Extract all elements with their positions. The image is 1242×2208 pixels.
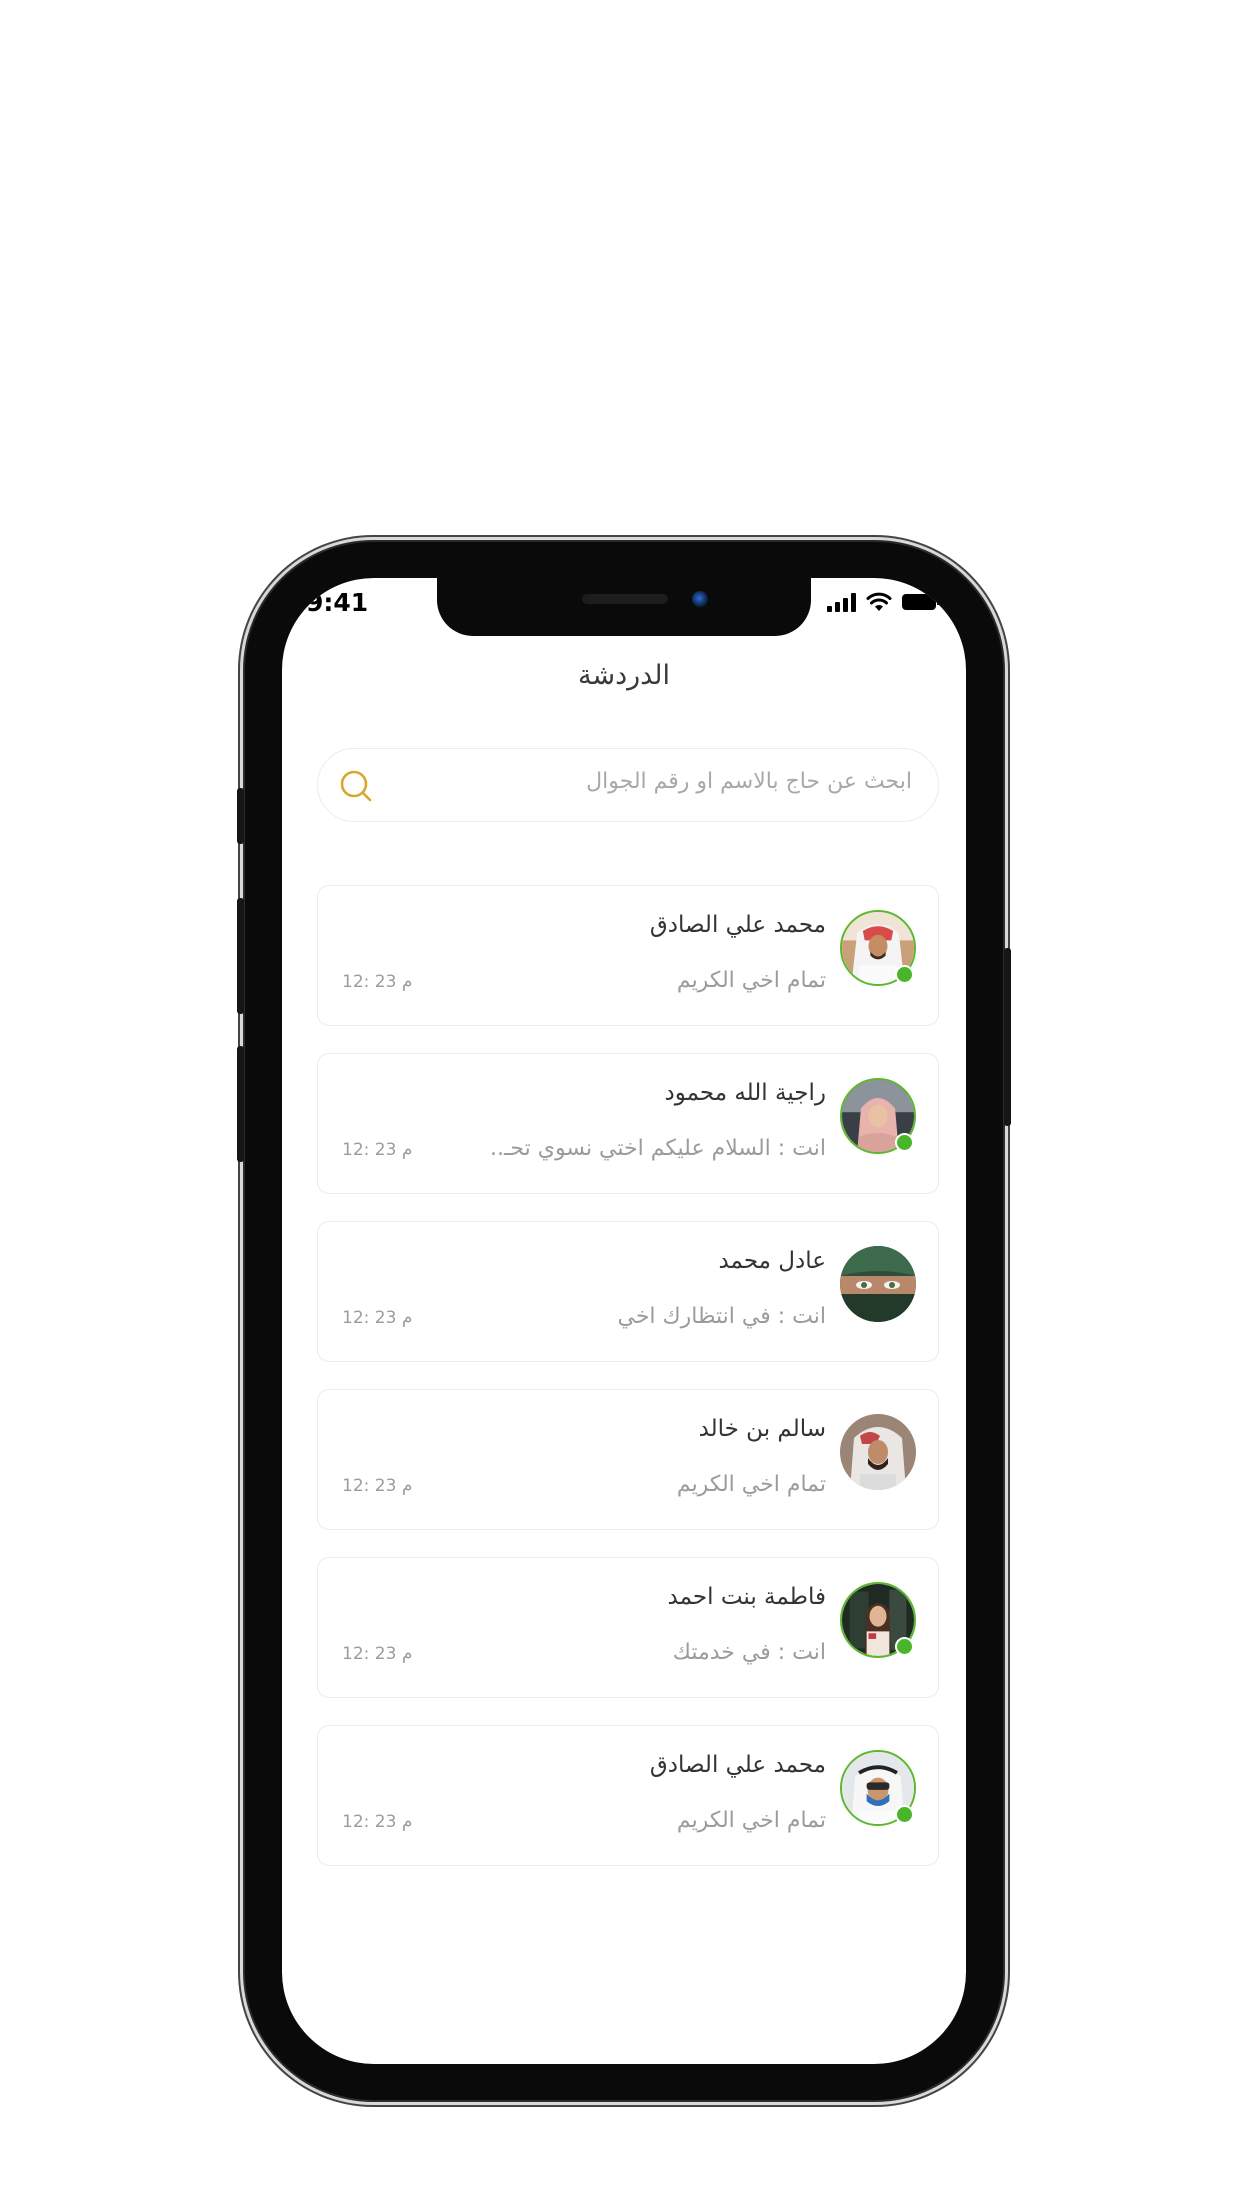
chat-time: 12: 23 م	[342, 1644, 413, 1664]
chat-last-message: انت : في انتظارك اخي	[617, 1304, 826, 1329]
avatar-container	[840, 1078, 916, 1154]
phone-frame: 9:41 الدردشة ابحث عن حاج بالاسم او رقم ا…	[237, 542, 1011, 2100]
online-indicator	[895, 1637, 914, 1656]
search-icon[interactable]	[338, 768, 374, 804]
avatar-container	[840, 910, 916, 986]
silent-switch	[237, 788, 244, 844]
volume-up-button	[237, 898, 244, 1014]
online-indicator	[895, 1805, 914, 1824]
chat-item[interactable]: راجية الله محمود انت : السلام عليكم اختي…	[317, 1053, 939, 1194]
chat-item[interactable]: محمد علي الصادق تمام اخي الكريم 12: 23 م	[317, 885, 939, 1026]
status-time: 9:41	[306, 588, 369, 617]
chat-time: 12: 23 م	[342, 1308, 413, 1328]
chat-name: محمد علي الصادق	[649, 1752, 826, 1778]
chat-name: عادل محمد	[718, 1248, 826, 1274]
front-camera	[692, 591, 708, 607]
speaker-grille	[582, 594, 668, 604]
chat-name: سالم بن خالد	[698, 1416, 826, 1442]
chat-item[interactable]: فاطمة بنت احمد انت : في خدمتك 12: 23 م	[317, 1557, 939, 1698]
status-icons	[827, 588, 940, 616]
notch	[437, 578, 811, 636]
chat-last-message: تمام اخي الكريم	[676, 1472, 826, 1497]
chat-time: 12: 23 م	[342, 972, 413, 992]
chat-time: 12: 23 م	[342, 1476, 413, 1496]
chat-time: 12: 23 م	[342, 1812, 413, 1832]
avatar-container	[840, 1246, 916, 1322]
avatar	[840, 1414, 916, 1490]
chat-last-message: تمام اخي الكريم	[676, 968, 826, 993]
wifi-icon	[866, 592, 892, 611]
avatar-container	[840, 1750, 916, 1826]
avatar-container	[840, 1582, 916, 1658]
online-indicator	[895, 1133, 914, 1152]
page-title: الدردشة	[577, 660, 671, 691]
avatar-container	[840, 1414, 916, 1490]
volume-down-button	[237, 1046, 244, 1162]
chat-item[interactable]: سالم بن خالد تمام اخي الكريم 12: 23 م	[317, 1389, 939, 1530]
chat-name: فاطمة بنت احمد	[667, 1584, 826, 1610]
search-bar[interactable]: ابحث عن حاج بالاسم او رقم الجوال	[317, 748, 939, 822]
search-placeholder[interactable]: ابحث عن حاج بالاسم او رقم الجوال	[586, 769, 912, 794]
chat-last-message: تمام اخي الكريم	[676, 1808, 826, 1833]
chat-last-message: انت : في خدمتك	[672, 1640, 826, 1665]
chat-last-message: انت : السلام عليكم اختي نسوي تحـ..	[489, 1136, 826, 1161]
chat-time: 12: 23 م	[342, 1140, 413, 1160]
screen: 9:41 الدردشة ابحث عن حاج بالاسم او رقم ا…	[282, 578, 966, 2064]
avatar	[840, 1246, 916, 1322]
chat-name: محمد علي الصادق	[649, 912, 826, 938]
chat-item[interactable]: عادل محمد انت : في انتظارك اخي 12: 23 م	[317, 1221, 939, 1362]
cellular-signal-icon	[827, 592, 856, 612]
chat-name: راجية الله محمود	[664, 1080, 826, 1106]
battery-icon	[902, 594, 940, 610]
chat-item[interactable]: محمد علي الصادق تمام اخي الكريم 12: 23 م	[317, 1725, 939, 1866]
power-button	[1004, 948, 1011, 1126]
online-indicator	[895, 965, 914, 984]
